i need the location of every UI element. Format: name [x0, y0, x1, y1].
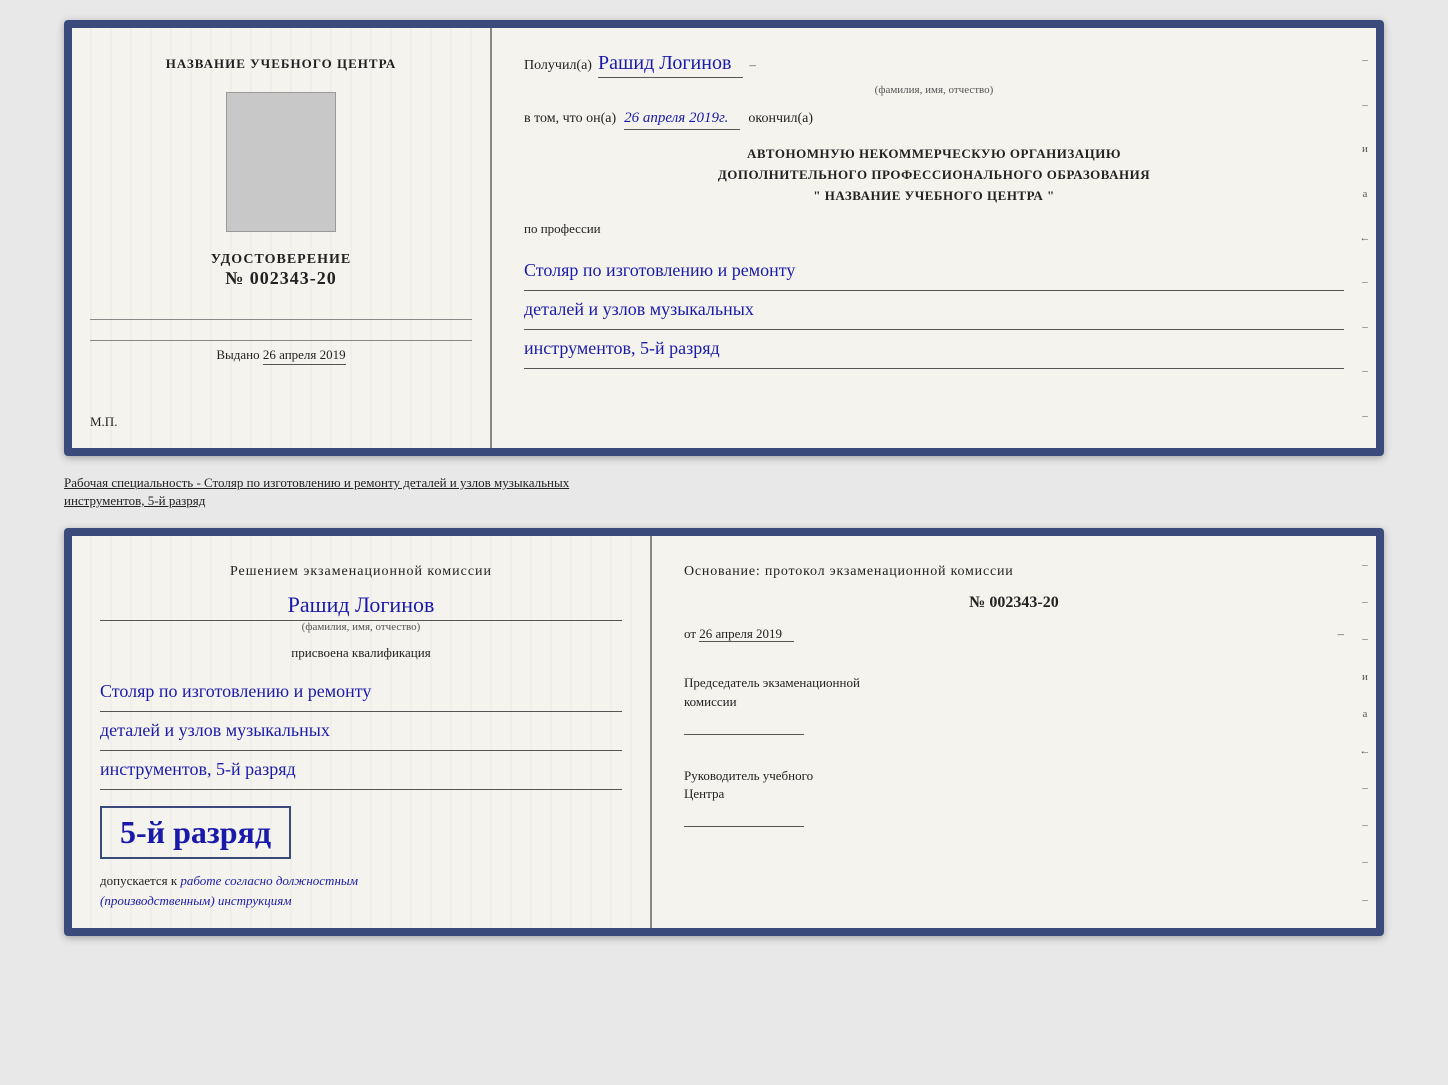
photo-placeholder — [226, 92, 336, 232]
org-line2: ДОПОЛНИТЕЛЬНОГО ПРОФЕССИОНАЛЬНОГО ОБРАЗО… — [524, 165, 1344, 186]
org-line3: " НАЗВАНИЕ УЧЕБНОГО ЦЕНТРА " — [524, 186, 1344, 207]
bottom-right-panel: Основание: протокол экзаменационной коми… — [652, 536, 1376, 928]
ot-date-value: 26 апреля 2019 — [699, 626, 794, 642]
udostoverenie-number: № 002343-20 — [211, 268, 351, 289]
predsedatel-label: Председатель экзаменационной комиссии — [684, 674, 1344, 710]
qualification-lines: Столяр по изготовлению и ремонту деталей… — [100, 673, 622, 790]
fio-hint: (фамилия, имя, отчество) — [524, 84, 1344, 96]
top-certificate: НАЗВАНИЕ УЧЕБНОГО ЦЕНТРА УДОСТОВЕРЕНИЕ №… — [64, 20, 1384, 456]
cert-left-panel: НАЗВАНИЕ УЧЕБНОГО ЦЕНТРА УДОСТОВЕРЕНИЕ №… — [72, 28, 492, 448]
mp-line: М.П. — [90, 414, 117, 430]
bottom-prof-line2: деталей и узлов музыкальных — [100, 712, 622, 751]
prof-line1: Столяр по изготовлению и ремонту — [524, 252, 1344, 291]
v-tom-label: в том, что он(а) — [524, 111, 616, 127]
udostoverenie-label: УДОСТОВЕРЕНИЕ — [211, 252, 351, 268]
bottom-recipient-name: Рашид Логинов — [100, 592, 622, 621]
bottom-prof-line3: инструментов, 5-й разряд — [100, 751, 622, 790]
rukovoditel-label: Руководитель учебного Центра — [684, 767, 1344, 803]
protocol-number: № 002343-20 — [684, 594, 1344, 612]
ot-label: от — [684, 626, 696, 641]
dopuskaetsya-row: допускается к работе согласно должностны… — [100, 871, 622, 910]
dopusk-italic2: (производственным) инструкциям — [100, 893, 292, 908]
predsedatel-sign-line — [684, 715, 804, 735]
po-professii-row: по профессии — [524, 220, 1344, 238]
prisvoena-label: присвоена квалификация — [100, 645, 622, 661]
prof-line2: деталей и узлов музыкальных — [524, 291, 1344, 330]
predsedatel-block: Председатель экзаменационной комиссии — [684, 674, 1344, 734]
dopuskaetsya-label: допускается к — [100, 873, 177, 888]
udostoverenie-block: УДОСТОВЕРЕНИЕ № 002343-20 — [211, 252, 351, 289]
osnovanie-title: Основание: протокол экзаменационной коми… — [684, 564, 1344, 580]
middle-text-underline: инструментов, 5-й разряд — [64, 493, 205, 508]
org-line1: АВТОНОМНУЮ НЕКОММЕРЧЕСКУЮ ОРГАНИЗАЦИЮ — [524, 144, 1344, 165]
vydano-line: Выдано 26 апреля 2019 — [90, 340, 472, 363]
middle-label: Рабочая специальность - Столяр по изгото… — [64, 474, 1384, 510]
side-decoration: – – и а ← – – – – — [1354, 28, 1376, 448]
po-professii-label: по профессии — [524, 221, 601, 236]
profession-block: Столяр по изготовлению и ремонту деталей… — [524, 252, 1344, 369]
cert-date: 26 апреля 2019г. — [624, 110, 740, 130]
ot-date-row: от 26 апреля 2019 – — [684, 626, 1344, 642]
bottom-left-panel: Решением экзаменационной комиссии Рашид … — [72, 536, 652, 928]
razryad-box: 5-й разряд — [100, 806, 291, 859]
bottom-prof-line1: Столяр по изготовлению и ремонту — [100, 673, 622, 712]
recipient-name: Рашид Логинов — [598, 52, 743, 78]
okonchil-label: окончил(а) — [748, 111, 813, 127]
vydano-date: 26 апреля 2019 — [263, 347, 346, 365]
rukovoditel-block: Руководитель учебного Центра — [684, 767, 1344, 827]
bottom-name-block: Рашид Логинов (фамилия, имя, отчество) — [100, 592, 622, 633]
center-title: НАЗВАНИЕ УЧЕБНОГО ЦЕНТРА — [166, 56, 397, 72]
bottom-fio-hint: (фамилия, имя, отчество) — [100, 621, 622, 633]
prof-line3: инструментов, 5-й разряд — [524, 330, 1344, 369]
org-block: АВТОНОМНУЮ НЕКОММЕРЧЕСКУЮ ОРГАНИЗАЦИЮ ДО… — [524, 144, 1344, 206]
v-tom-row: в том, что он(а) 26 апреля 2019г. окончи… — [524, 110, 1344, 130]
middle-text-before: Рабочая специальность - Столяр по изгото… — [64, 475, 569, 490]
bottom-certificate: Решением экзаменационной комиссии Рашид … — [64, 528, 1384, 936]
resheniyem-title: Решением экзаменационной комиссии — [100, 564, 622, 580]
vydano-label: Выдано — [216, 347, 259, 362]
rukovoditel-sign-line — [684, 807, 804, 827]
poluchil-row: Получил(а) Рашид Логинов – (фамилия, имя… — [524, 52, 1344, 96]
poluchil-label: Получил(а) — [524, 58, 592, 74]
dopusk-italic1: работе согласно должностным — [180, 873, 358, 888]
razryad-text: 5-й разряд — [120, 814, 271, 851]
bottom-side-decoration: – – – и а ← – – – – — [1354, 536, 1376, 928]
cert-right-panel: Получил(а) Рашид Логинов – (фамилия, имя… — [492, 28, 1376, 448]
